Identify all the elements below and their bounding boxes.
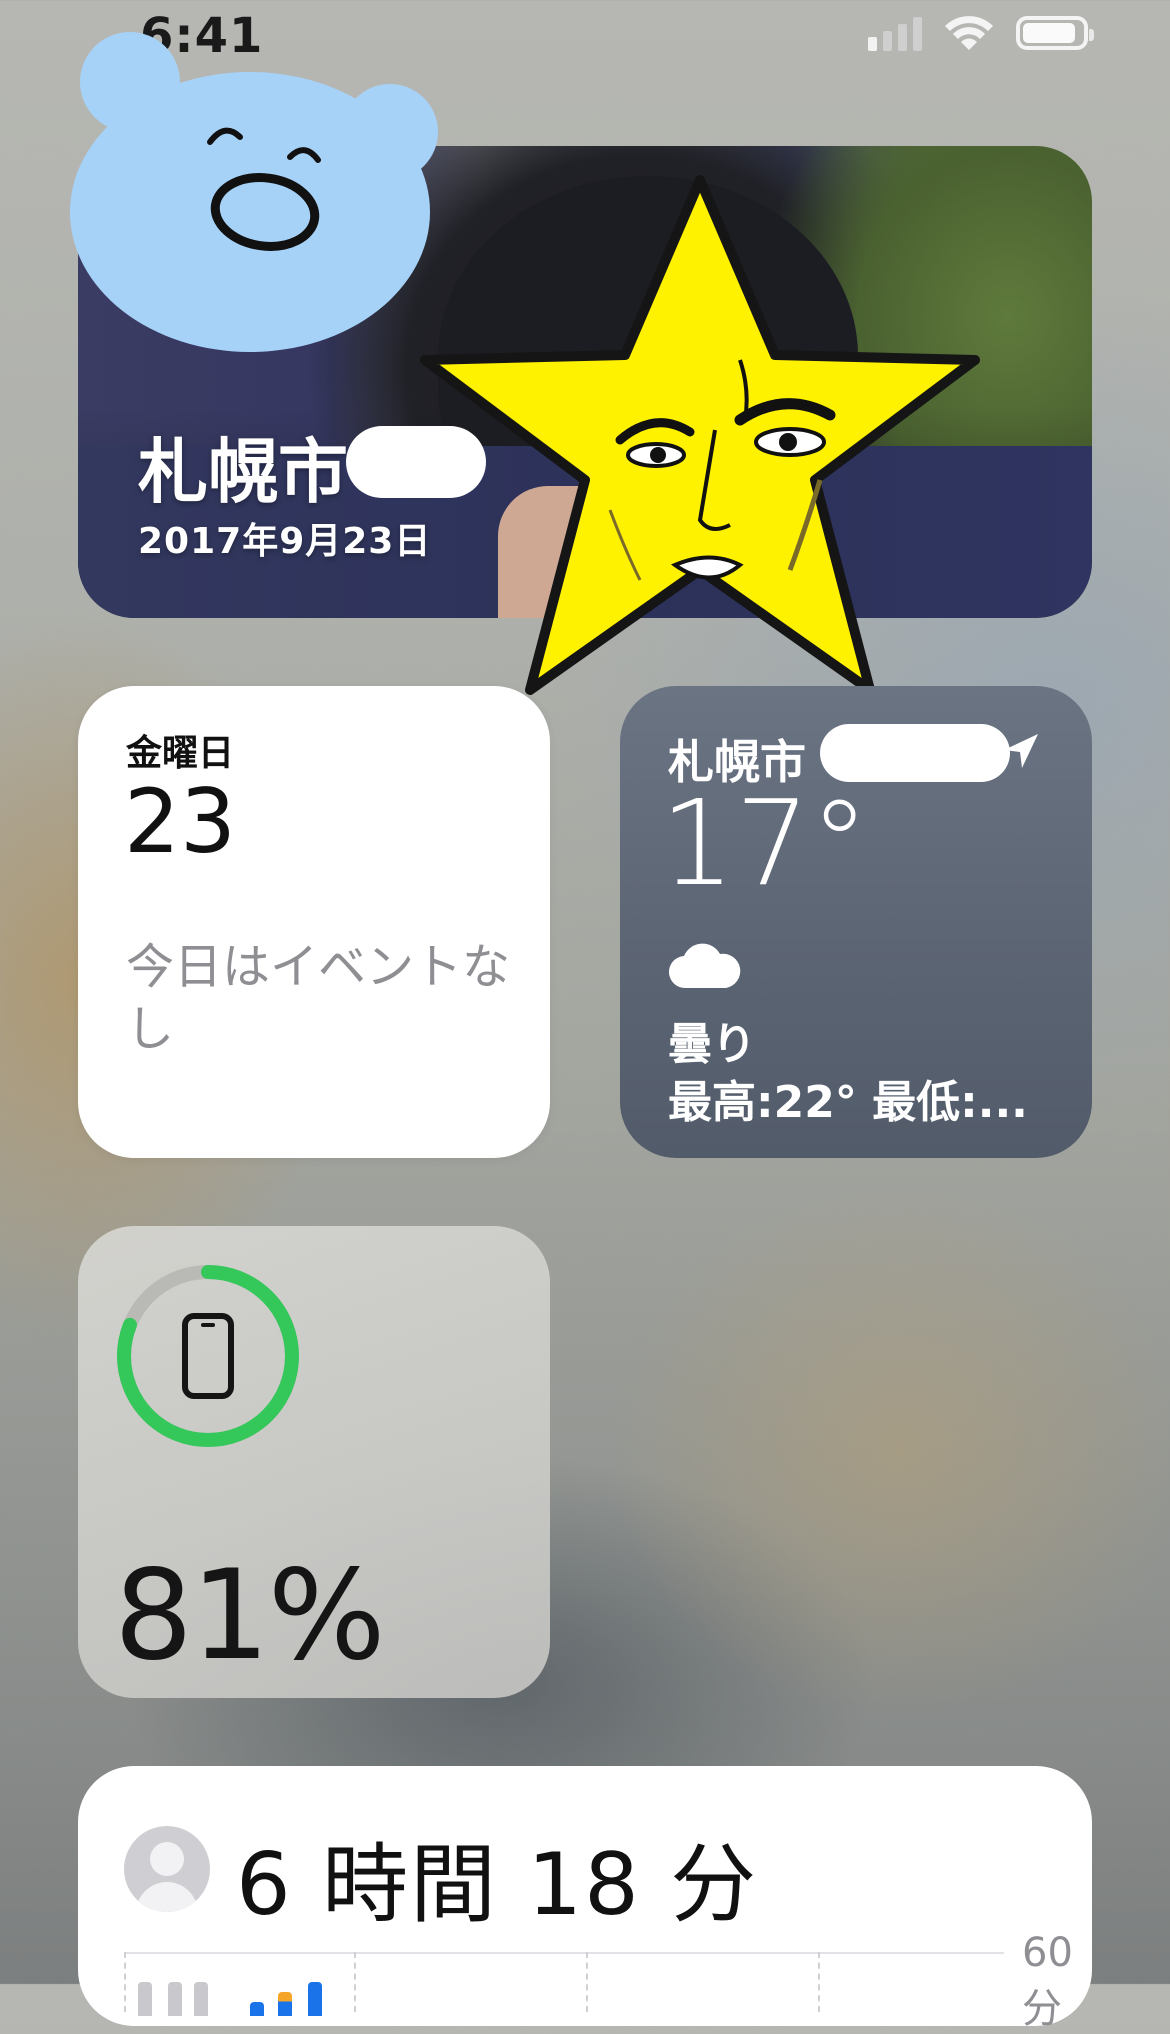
batteries-widget[interactable]: 81% xyxy=(78,1226,550,1698)
usage-bars xyxy=(138,1956,368,2016)
chart-gridline xyxy=(586,1952,588,2012)
star-face-sticker xyxy=(420,175,980,695)
weather-condition: 曇り xyxy=(668,1019,756,1070)
cloud-icon xyxy=(668,943,741,989)
iphone-icon xyxy=(182,1313,234,1399)
screen-time-total: 6 時間 18 分 xyxy=(236,1835,759,1935)
wifi-icon xyxy=(945,16,993,50)
battery-level xyxy=(1023,23,1076,43)
usage-bar xyxy=(194,1982,208,2016)
calendar-weekday: 金曜日 xyxy=(126,733,235,774)
chart-gridline xyxy=(124,1952,126,2012)
calendar-day-number: 23 xyxy=(124,770,236,873)
usage-bar xyxy=(250,2002,264,2016)
battery-icon xyxy=(1016,16,1094,50)
photo-location: 札幌市 xyxy=(138,431,348,513)
weather-widget[interactable]: 札幌市 17° 曇り 最高:22° 最低:... xyxy=(620,686,1092,1158)
bear-face-sticker xyxy=(70,32,438,352)
user-avatar-icon xyxy=(124,1826,210,1912)
usage-bar xyxy=(168,1982,182,2016)
cellular-signal-icon xyxy=(868,15,922,51)
screen-time-widget[interactable]: 6 時間 18 分 60 分 xyxy=(78,1766,1092,2032)
status-indicators xyxy=(868,14,1094,52)
screen-time-axis-label: 60 分 xyxy=(1022,1930,1073,2032)
weather-temperature: 17° xyxy=(660,774,870,912)
chart-baseline xyxy=(124,1952,1004,1954)
chart-gridline xyxy=(818,1952,820,2012)
calendar-widget[interactable]: 金曜日 23 今日はイベントなし xyxy=(78,686,550,1158)
weather-high-low: 最高:22° 最低:... xyxy=(668,1077,1028,1128)
usage-bar xyxy=(308,1982,322,2016)
calendar-no-events: 今日はイベントなし xyxy=(126,939,511,1057)
location-arrow-icon xyxy=(1004,734,1038,768)
battery-percent: 81% xyxy=(114,1544,386,1688)
usage-bar xyxy=(278,1992,292,2016)
battery-ring xyxy=(117,1265,299,1447)
photo-date: 2017年9月23日 xyxy=(138,521,432,562)
usage-bar xyxy=(138,1982,152,2016)
